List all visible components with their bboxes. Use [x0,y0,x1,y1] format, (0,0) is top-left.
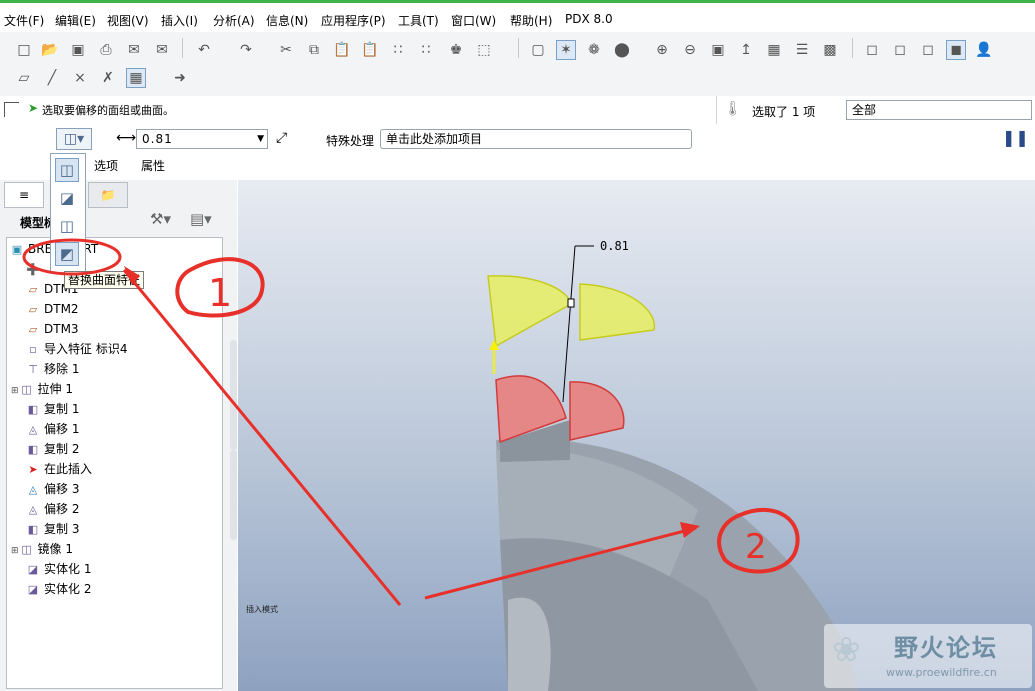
annotation-arrowhead-2 [680,522,700,538]
annotation-arrowhead-1 [124,266,140,285]
annotation-arrow-2 [424,526,697,600]
watermark-title: 野火论坛 [894,634,998,662]
butterfly-logo-icon: ❀ [832,630,861,670]
highlight-circle [22,238,122,276]
watermark-url: www.proewildfire.cn [886,666,997,679]
annotation-number-2: 2 [745,527,767,567]
watermark: ❀ 野火论坛 www.proewildfire.cn [824,624,1032,688]
annotation-number-1: 1 [208,271,232,315]
annotation-arrow-1 [122,269,402,606]
annotation-overlay: 1 2 [22,238,800,606]
